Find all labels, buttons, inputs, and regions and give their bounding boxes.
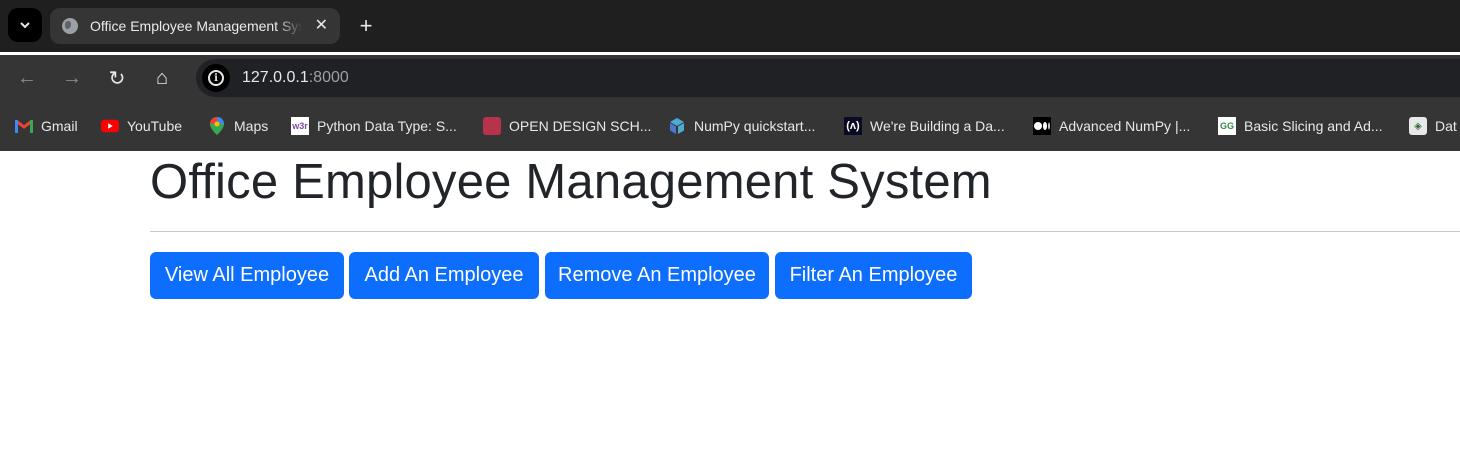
back-arrow-icon[interactable]: ←	[11, 62, 43, 94]
url-port: :8000	[308, 69, 349, 86]
site-info-icon[interactable]: i	[202, 64, 230, 92]
page-content: Office Employee Management System View A…	[0, 151, 1460, 457]
bookmark-freecodecamp[interactable]: (ʌ) We're Building a Da...	[844, 116, 1005, 136]
tab-search-chevron-icon[interactable]	[8, 8, 42, 42]
bookmark-label: Python Data Type: S...	[317, 118, 457, 134]
forward-arrow-icon[interactable]: →	[56, 62, 88, 94]
freecodecamp-icon: (ʌ)	[844, 117, 862, 135]
bookmark-label: We're Building a Da...	[870, 118, 1005, 134]
browser-toolbar: ← → ↻ ⌂ i 127.0.0.1:8000	[0, 55, 1460, 101]
bookmark-label: Gmail	[41, 118, 78, 134]
home-icon[interactable]: ⌂	[146, 62, 178, 94]
numpy-icon	[668, 117, 686, 135]
filter-employee-button[interactable]: Filter An Employee	[775, 252, 972, 299]
close-icon[interactable]: ✕	[315, 16, 328, 36]
divider	[150, 231, 1460, 232]
bookmark-maps[interactable]: Maps	[208, 116, 268, 136]
view-all-employee-button[interactable]: View All Employee	[150, 252, 344, 299]
tab-title: Office Employee Management System	[90, 18, 302, 34]
data-icon: ◈	[1409, 117, 1427, 135]
reload-icon[interactable]: ↻	[101, 62, 133, 94]
gmail-icon	[15, 117, 33, 135]
bookmarks-bar: Gmail YouTube Maps w3r Python Data Type: …	[0, 101, 1460, 151]
bookmark-label: Basic Slicing and Ad...	[1244, 118, 1383, 134]
geeksforgeeks-icon: GG	[1218, 117, 1236, 135]
bookmark-label: OPEN DESIGN SCH...	[509, 118, 652, 134]
medium-icon	[1033, 117, 1051, 135]
bookmark-w3schools[interactable]: w3r Python Data Type: S...	[291, 116, 457, 136]
remove-employee-button[interactable]: Remove An Employee	[545, 252, 769, 299]
url-host: 127.0.0.1	[242, 69, 309, 86]
bookmark-label: YouTube	[127, 118, 183, 134]
bookmark-gmail[interactable]: Gmail	[15, 116, 78, 136]
bookmark-label: NumPy quickstart...	[694, 118, 816, 134]
bookmark-numpy[interactable]: NumPy quickstart...	[668, 116, 815, 136]
w3schools-icon: w3r	[291, 117, 309, 135]
bookmark-geeksforgeeks[interactable]: GG Basic Slicing and Ad...	[1218, 116, 1383, 136]
address-bar[interactable]: i 127.0.0.1:8000	[196, 59, 1460, 97]
add-employee-button[interactable]: Add An Employee	[349, 252, 539, 299]
bookmark-label: Dat	[1435, 118, 1457, 134]
youtube-icon	[101, 117, 119, 135]
bookmark-label: Maps	[234, 118, 269, 134]
bookmark-data[interactable]: ◈ Dat	[1409, 116, 1457, 136]
bookmark-youtube[interactable]: YouTube	[101, 116, 182, 136]
new-tab-button[interactable]: +	[350, 10, 382, 42]
maps-icon	[208, 117, 226, 135]
bookmark-label: Advanced NumPy |...	[1059, 118, 1191, 134]
bookmark-open-design[interactable]: OPEN DESIGN SCH...	[483, 116, 651, 136]
browser-tab[interactable]: Office Employee Management System ✕	[50, 8, 340, 44]
globe-icon	[62, 18, 78, 34]
page-title: Office Employee Management System	[150, 155, 992, 209]
url-text[interactable]: 127.0.0.1:8000	[242, 69, 349, 87]
open-design-icon	[483, 117, 501, 135]
bookmark-medium[interactable]: Advanced NumPy |...	[1033, 116, 1190, 136]
browser-tab-strip: Office Employee Management System ✕ +	[0, 0, 1460, 52]
